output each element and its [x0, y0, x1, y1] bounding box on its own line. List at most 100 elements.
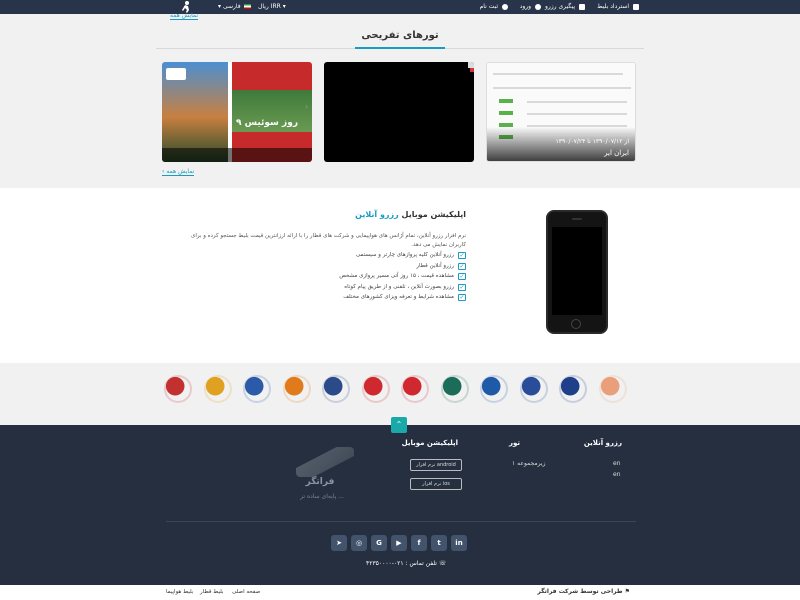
title-accent-bar	[355, 47, 445, 49]
phone-mockup-image	[546, 210, 608, 334]
currency-label: ریال IRR	[258, 3, 281, 10]
android-label: نرم افزار android	[416, 462, 456, 468]
footer-col-tour-title: تور	[508, 439, 520, 447]
login-link[interactable]: ورود	[520, 3, 541, 11]
agency-logo-icon	[166, 68, 186, 80]
home-icon	[633, 3, 639, 10]
show-all-label: نمایش همه	[166, 168, 195, 175]
footer-online-link[interactable]: en	[613, 460, 621, 467]
google-icon[interactable]: G	[371, 535, 387, 551]
airline-logo-7	[361, 375, 390, 403]
youtube-icon[interactable]: ▶	[391, 535, 407, 551]
app-title-prefix: اپلیکیشن موبایل	[401, 210, 466, 219]
users-icon	[502, 3, 508, 10]
feature-item: ✓ رزرو آنلاین قطار	[416, 262, 466, 270]
check-icon: ✓	[458, 283, 466, 291]
tour-card-video[interactable]	[324, 62, 474, 162]
airline-logo-12	[164, 375, 192, 403]
footer-col-app-title: اپلیکیشن موبایل	[401, 439, 458, 447]
runner-logo-icon: ⚑	[622, 588, 630, 595]
phone-screen	[552, 227, 602, 315]
linkedin-icon[interactable]: in	[451, 535, 467, 551]
footer-tour-link[interactable]: زیرمجموعه ۱	[512, 460, 545, 467]
tour-card-label: ایران ایر	[604, 149, 629, 157]
tour-poster-swiss: ۹ روز سوئیس	[232, 62, 312, 162]
track-ticket-label: استرداد بلیط	[597, 3, 630, 10]
check-icon: ✓	[458, 294, 466, 301]
iran-flag-icon	[244, 4, 252, 9]
show-all-label: نمایش همه	[170, 12, 199, 19]
feature-item: ✓ رزرو آنلاین کلیه پروازهای چارتر و سیستم…	[355, 252, 466, 259]
register-link[interactable]: ثبت نام	[480, 3, 508, 11]
design-credit-text: طراحی توسط شرکت فراتگر	[537, 588, 623, 595]
ios-download-button[interactable]: نرم افزار ios	[410, 478, 462, 490]
footer-online-link[interactable]: en	[613, 471, 621, 478]
currency-selector[interactable]: ریال IRR ▾	[258, 3, 286, 11]
track-ticket-link[interactable]: استرداد بلیط	[597, 3, 639, 11]
app-title-accent: رزرو آنلاین	[355, 210, 399, 219]
check-icon: ✓	[458, 273, 466, 280]
airline-logo-5	[440, 375, 469, 403]
airlines-strip: ⌃	[0, 363, 800, 433]
telegram-icon[interactable]: ➤	[331, 535, 347, 551]
user-icon	[535, 3, 541, 10]
facebook-icon[interactable]: f	[411, 535, 427, 551]
tour-poster-castle	[162, 62, 228, 162]
tour-card-label: ۹ روز سوئیس	[236, 118, 298, 128]
airline-logo-3	[519, 375, 548, 403]
tour-card-swiss[interactable]: ۹ روز سوئیس	[162, 62, 312, 162]
feature-item: ✓ مشاهده شرایط و تعرفه ویزای کشورهای مختل…	[343, 294, 466, 301]
airline-logo-2	[559, 375, 587, 403]
design-credit: ⚑ طراحی توسط شرکت فراتگر	[537, 588, 630, 595]
show-all-link-top[interactable]: نمایش همه	[170, 12, 199, 20]
tour-card-iranair[interactable]: از ۱۳۹۰/۰۷/۱۲ تا ۱۳۹۰/۰۷/۲۴ ایران ایر	[486, 62, 636, 162]
card-icon	[579, 3, 585, 10]
chevron-down-icon: ▾	[218, 3, 222, 10]
app-description: نرم افزار رزرو آنلاین، تمام آژانس های هو…	[191, 233, 466, 248]
airline-logo-9	[282, 375, 311, 403]
bottom-link-train[interactable]: بلیط قطار	[200, 589, 223, 595]
phone-camera	[572, 218, 582, 220]
feature-list: ✓ رزرو آنلاین کلیه پروازهای چارتر و سیستم…	[266, 251, 466, 304]
airline-logo-4	[480, 375, 508, 403]
airline-logo-1	[598, 375, 627, 403]
phone-label: تلفن تماس :	[405, 560, 437, 567]
airline-logo-6	[401, 375, 429, 403]
top-bar: استرداد بلیط پیگیری رزرو ورود ثبت نام ▾ …	[0, 0, 800, 14]
mobile-app-section: اپلیکیشن موبایل رزرو آنلاین نرم افزار رز…	[0, 188, 800, 363]
scroll-to-top-button[interactable]: ⌃	[391, 417, 407, 433]
footer-col-online-title: رزرو آنلاین	[583, 439, 622, 447]
brand-mark-icon	[296, 447, 354, 477]
feature-item: ✓ رزرو بصورت آنلاین ، تلفنی و از طریق پیا…	[344, 283, 466, 291]
phone-home-button	[571, 319, 581, 329]
check-icon: ✓	[458, 252, 466, 259]
bottom-link-flight[interactable]: بلیط هواپیما	[166, 589, 193, 595]
app-title: اپلیکیشن موبایل رزرو آنلاین	[355, 210, 466, 219]
phone-number: ۰۲۱-۴۲۳۵۰۰۰۰	[366, 560, 404, 567]
carousel-next-icon[interactable]: ›	[305, 102, 308, 111]
footer-brand-logo: فراتگر پایه‌ای ساده تر ...	[278, 439, 362, 505]
track-booking-link[interactable]: پیگیری رزرو	[545, 3, 585, 11]
instagram-icon[interactable]: ◎	[351, 535, 367, 551]
login-label: ورود	[519, 3, 532, 10]
card-overlay	[162, 148, 312, 162]
tours-section: نمایش همه تورهای تفریحی از ۱۳۹۰/۰۷/۱۲ تا…	[0, 12, 800, 188]
twitter-icon[interactable]: t	[431, 535, 447, 551]
footer-phone: ☏ تلفن تماس : ۰۲۱-۴۲۳۵۰۰۰۰	[366, 560, 446, 567]
language-label: فارسی	[222, 3, 241, 10]
phone-icon: ☏	[436, 560, 447, 567]
register-label: ثبت نام	[479, 3, 499, 10]
chevron-down-icon: ▾	[282, 3, 286, 10]
android-download-button[interactable]: نرم افزار android	[410, 459, 462, 471]
section-title: تورهای تفریحی	[361, 30, 439, 41]
card-badge-icon	[470, 68, 474, 72]
bottom-link-home[interactable]: صفحه اصلی	[232, 589, 260, 595]
show-all-link-bottom[interactable]: ‹ نمایش همه	[162, 168, 195, 176]
airline-logo-8	[322, 375, 350, 403]
check-icon: ✓	[458, 262, 466, 270]
language-selector[interactable]: ▾ فارسی	[218, 3, 252, 11]
brand-name: فراتگر	[305, 477, 335, 487]
track-booking-label: پیگیری رزرو	[544, 3, 576, 10]
brand-slogan: پایه‌ای ساده تر ...	[300, 493, 344, 500]
footer-divider	[166, 521, 636, 522]
